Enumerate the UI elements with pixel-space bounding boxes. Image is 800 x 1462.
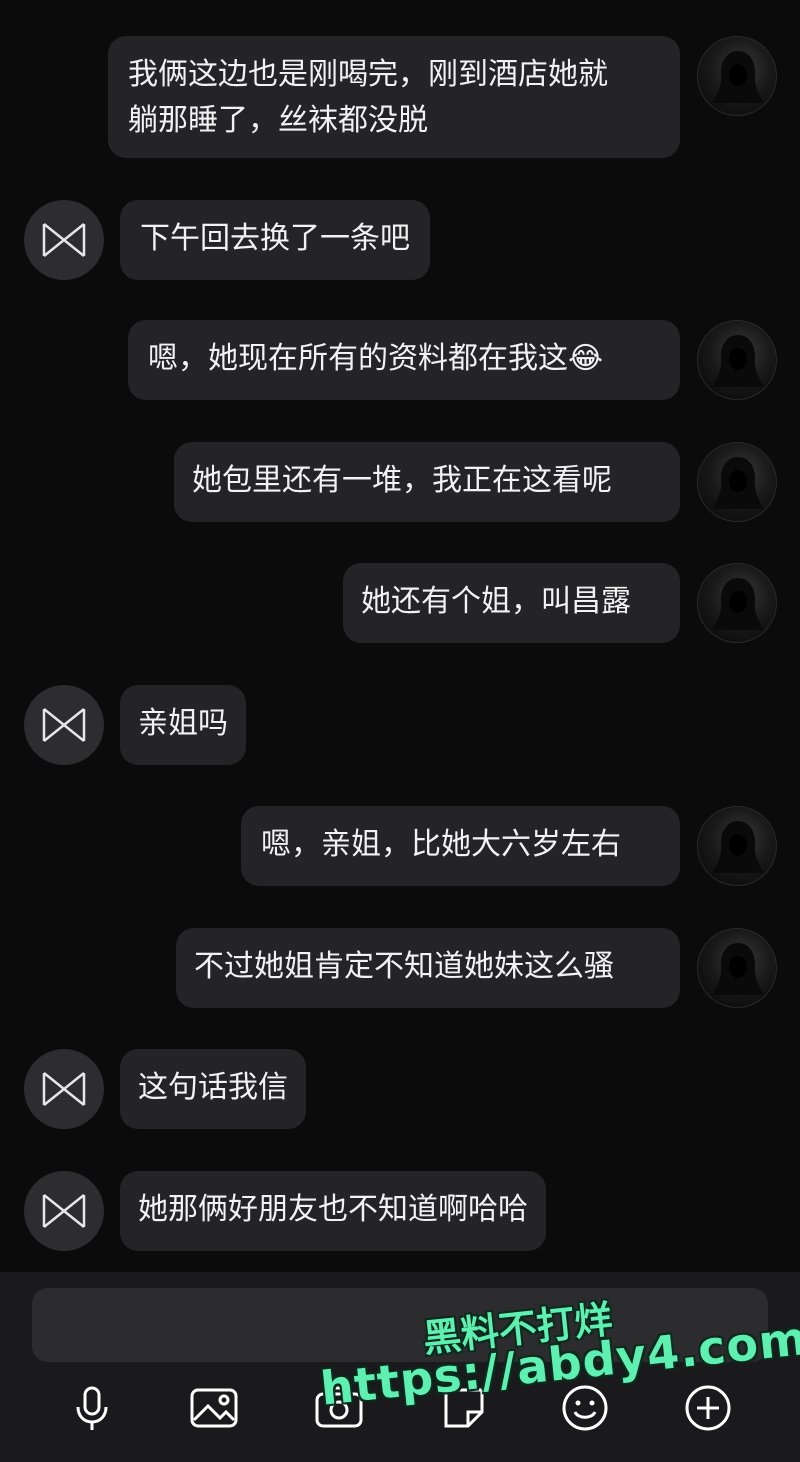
hooded-figure-icon [712,821,764,873]
camera-icon [315,1386,363,1428]
message-text: 她包里还有一堆，我正在这看呢 [192,463,612,498]
camera-button[interactable] [311,1380,367,1436]
my-avatar[interactable] [697,806,777,886]
hooded-figure-icon [712,943,764,995]
emoji-icon [562,1385,608,1431]
message-text: 不过她姐肯定不知道她妹这么骚 [194,949,614,984]
my-avatar[interactable] [697,36,777,116]
message-bubble-self[interactable]: 我俩这边也是刚喝完，刚到酒店她就 躺那睡了，丝袜都没脱 [108,36,680,158]
message-text: 亲姐吗 [138,706,228,741]
plus-button[interactable] [680,1380,736,1436]
message-bubble-other[interactable]: 这句话我信 [120,1049,306,1129]
my-avatar[interactable] [697,442,777,522]
microphone-button[interactable] [64,1380,120,1436]
envelope-logo-icon [42,1072,86,1106]
contact-avatar[interactable] [24,685,104,765]
tears-of-joy-emoji: 😂 [568,341,604,376]
my-avatar[interactable] [697,320,777,400]
my-avatar[interactable] [697,928,777,1008]
image-button[interactable] [186,1380,242,1436]
message-text: 这句话我信 [138,1070,288,1105]
hooded-figure-icon [712,51,764,103]
message-text-line: 我俩这边也是刚喝完，刚到酒店她就 [128,57,608,92]
message-text: 嗯，亲姐，比她大六岁左右 [261,827,621,862]
hooded-figure-icon [712,578,764,630]
message-text: 嗯，她现在所有的资料都在我这 [148,341,568,376]
sticker-icon [444,1388,484,1428]
message-bubble-self[interactable]: 嗯，她现在所有的资料都在我这😂 [128,320,680,400]
message-text-line: 躺那睡了，丝袜都没脱 [128,103,428,138]
message-text: 她还有个姐，叫昌露 [361,584,631,619]
composer-bar [0,1272,800,1462]
message-bubble-self[interactable]: 她包里还有一堆，我正在这看呢 [174,442,680,522]
envelope-logo-icon [42,1194,86,1228]
message-bubble-other[interactable]: 她那俩好朋友也不知道啊哈哈 [120,1171,546,1251]
message-bubble-self[interactable]: 不过她姐肯定不知道她妹这么骚 [176,928,680,1008]
sticker-button[interactable] [436,1380,492,1436]
message-bubble-other[interactable]: 亲姐吗 [120,685,246,765]
image-icon [190,1388,238,1428]
message-bubble-other[interactable]: 下午回去换了一条吧 [120,200,430,280]
chat-thread: 我俩这边也是刚喝完，刚到酒店她就 躺那睡了，丝袜都没脱 下午回去换了一条吧 嗯，… [0,0,800,1272]
envelope-logo-icon [42,708,86,742]
message-text: 她那俩好朋友也不知道啊哈哈 [138,1192,528,1227]
contact-avatar[interactable] [24,1049,104,1129]
envelope-logo-icon [42,223,86,257]
my-avatar[interactable] [697,563,777,643]
emoji-button[interactable] [557,1380,613,1436]
contact-avatar[interactable] [24,1171,104,1251]
message-bubble-self[interactable]: 她还有个姐，叫昌露 [343,563,680,643]
microphone-icon [76,1386,108,1430]
message-bubble-self[interactable]: 嗯，亲姐，比她大六岁左右 [241,806,680,886]
message-input[interactable] [32,1288,768,1362]
contact-avatar[interactable] [24,200,104,280]
plus-icon [685,1385,731,1431]
message-text: 下午回去换了一条吧 [140,221,410,256]
hooded-figure-icon [712,457,764,509]
hooded-figure-icon [712,335,764,387]
